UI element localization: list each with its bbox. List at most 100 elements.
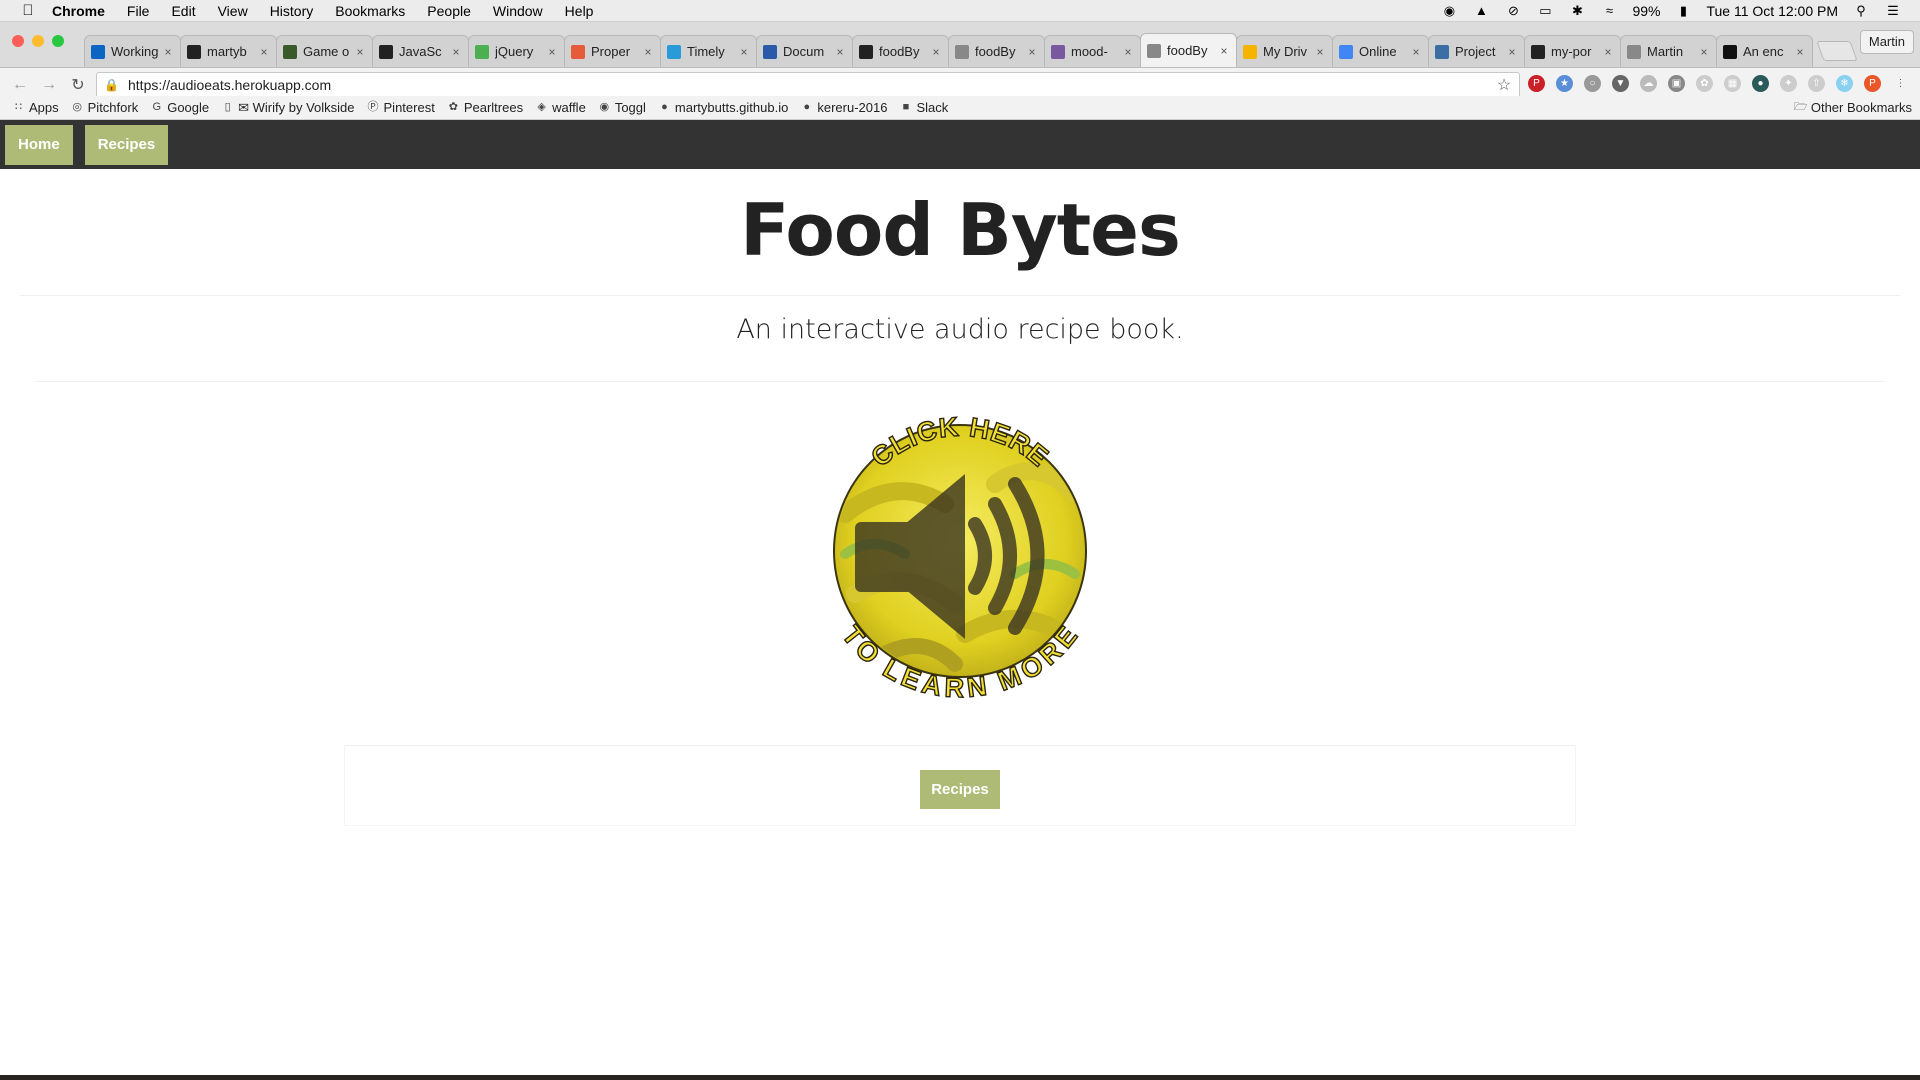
- browser-tab[interactable]: my-por ×: [1524, 35, 1621, 67]
- google-drive-icon[interactable]: ▲: [1472, 3, 1490, 18]
- bookmark-item[interactable]: ● martybutts.github.io: [658, 100, 788, 115]
- airplay-icon[interactable]: ▭: [1536, 3, 1554, 18]
- pocket-icon[interactable]: ▼: [1612, 75, 1629, 92]
- close-tab-icon[interactable]: ×: [162, 45, 174, 59]
- extension-grid-icon[interactable]: ▦: [1724, 75, 1741, 92]
- menu-window[interactable]: Window: [493, 3, 543, 19]
- lock-icon[interactable]: 🔒: [104, 78, 119, 92]
- close-tab-icon[interactable]: ×: [834, 45, 846, 59]
- browser-tab[interactable]: An enc ×: [1716, 35, 1813, 67]
- close-tab-icon[interactable]: ×: [1026, 45, 1038, 59]
- menu-file[interactable]: File: [127, 3, 150, 19]
- close-window-button[interactable]: [12, 35, 24, 47]
- close-tab-icon[interactable]: ×: [642, 45, 654, 59]
- browser-tab[interactable]: Timely ×: [660, 35, 757, 67]
- extension-star-icon[interactable]: ★: [1556, 75, 1573, 92]
- menu-edit[interactable]: Edit: [171, 3, 195, 19]
- creative-cloud-icon[interactable]: ◉: [1440, 3, 1458, 18]
- browser-tab[interactable]: Online ×: [1332, 35, 1429, 67]
- close-tab-icon[interactable]: ×: [258, 45, 270, 59]
- spotlight-search-icon[interactable]: ⚲: [1852, 3, 1870, 18]
- close-tab-icon[interactable]: ×: [1410, 45, 1422, 59]
- browser-tab[interactable]: foodBy ×: [948, 35, 1045, 67]
- extension-sparkle-icon[interactable]: ✦: [1780, 75, 1797, 92]
- extension-square-icon[interactable]: ▣: [1668, 75, 1685, 92]
- new-tab-button[interactable]: [1816, 41, 1858, 61]
- bookmark-label: Pearltrees: [463, 100, 524, 115]
- menu-help[interactable]: Help: [565, 3, 594, 19]
- back-arrow-icon[interactable]: ←: [8, 76, 32, 94]
- close-tab-icon[interactable]: ×: [450, 45, 462, 59]
- notification-center-icon[interactable]: ☰: [1884, 3, 1902, 18]
- recipes-button[interactable]: Recipes: [920, 770, 1000, 809]
- forward-arrow-icon[interactable]: →: [37, 76, 61, 94]
- browser-tab[interactable]: Proper ×: [564, 35, 661, 67]
- menu-view[interactable]: View: [218, 3, 248, 19]
- browser-tab[interactable]: foodBy ×: [852, 35, 949, 67]
- close-tab-icon[interactable]: ×: [546, 45, 558, 59]
- profile-button[interactable]: Martin: [1859, 30, 1914, 54]
- producthunt-icon[interactable]: P: [1864, 75, 1881, 92]
- close-tab-icon[interactable]: ×: [1506, 45, 1518, 59]
- nav-home-link[interactable]: Home: [5, 124, 73, 165]
- url-text[interactable]: https://audioeats.herokuapp.com: [128, 77, 1493, 93]
- browser-tab[interactable]: Working ×: [84, 35, 181, 67]
- extension-circle-icon[interactable]: ○: [1584, 75, 1601, 92]
- sync-icon[interactable]: ⊘: [1504, 3, 1522, 18]
- bookmark-item[interactable]: Ⓟ Pinterest: [367, 100, 435, 115]
- other-bookmarks[interactable]: 🗁 Other Bookmarks: [1794, 100, 1912, 115]
- click-to-learn-badge[interactable]: CLICK HERE TO LEARN MORE: [825, 394, 1095, 704]
- nav-recipes-link[interactable]: Recipes: [84, 124, 169, 165]
- bookmark-star-icon[interactable]: ☆: [1493, 75, 1515, 95]
- browser-tab[interactable]: Martin ×: [1620, 35, 1717, 67]
- menu-dots-icon[interactable]: ⋮: [1892, 75, 1909, 92]
- extension-cloud-icon[interactable]: ☁: [1640, 75, 1657, 92]
- browser-tab[interactable]: Docum ×: [756, 35, 853, 67]
- extension-snow-icon[interactable]: ❄: [1836, 75, 1853, 92]
- close-tab-icon[interactable]: ×: [1218, 44, 1230, 58]
- bookmark-item[interactable]: G Google: [150, 100, 209, 115]
- close-tab-icon[interactable]: ×: [1122, 45, 1134, 59]
- battery-icon[interactable]: ▮: [1674, 3, 1692, 18]
- extension-leaf-icon[interactable]: ✿: [1696, 75, 1713, 92]
- browser-tab[interactable]: Game o ×: [276, 35, 373, 67]
- pinterest-extension-icon[interactable]: P: [1528, 75, 1545, 92]
- browser-tab[interactable]: My Driv ×: [1236, 35, 1333, 67]
- battery-percent[interactable]: 99%: [1632, 3, 1660, 19]
- minimize-window-button[interactable]: [32, 35, 44, 47]
- close-tab-icon[interactable]: ×: [1314, 45, 1326, 59]
- extension-globe-icon[interactable]: ●: [1752, 75, 1769, 92]
- browser-tab[interactable]: Project ×: [1428, 35, 1525, 67]
- bookmark-item[interactable]: ■ Slack: [899, 100, 949, 115]
- bookmark-item[interactable]: ◉ Toggl: [598, 100, 646, 115]
- browser-tab[interactable]: mood- ×: [1044, 35, 1141, 67]
- bookmark-item[interactable]: ▯ ✉ Wirify by Volkside: [221, 100, 355, 116]
- menu-app-chrome[interactable]: Chrome: [52, 3, 105, 19]
- close-tab-icon[interactable]: ×: [930, 45, 942, 59]
- close-tab-icon[interactable]: ×: [354, 45, 366, 59]
- clock[interactable]: Tue 11 Oct 12:00 PM: [1706, 3, 1838, 19]
- apple-icon[interactable]: : [18, 2, 38, 19]
- bookmark-item[interactable]: ✿ Pearltrees: [447, 100, 523, 115]
- menu-people[interactable]: People: [427, 3, 471, 19]
- zoom-window-button[interactable]: [52, 35, 64, 47]
- close-tab-icon[interactable]: ×: [1794, 45, 1806, 59]
- extension-arrow-icon[interactable]: ⇧: [1808, 75, 1825, 92]
- reload-icon[interactable]: ↻: [66, 75, 90, 95]
- browser-tab[interactable]: jQuery ×: [468, 35, 565, 67]
- bookmark-item[interactable]: ◎ Pitchfork: [71, 100, 138, 115]
- wifi-icon[interactable]: ≈: [1600, 3, 1618, 18]
- close-tab-icon[interactable]: ×: [1602, 45, 1614, 59]
- menu-history[interactable]: History: [270, 3, 314, 19]
- menu-bookmarks[interactable]: Bookmarks: [335, 3, 405, 19]
- bookmark-item[interactable]: ● kereru-2016: [800, 100, 888, 115]
- browser-tab[interactable]: JavaSc ×: [372, 35, 469, 67]
- bookmark-item[interactable]: ∷ Apps: [12, 100, 59, 115]
- close-tab-icon[interactable]: ×: [738, 45, 750, 59]
- close-tab-icon[interactable]: ×: [1698, 45, 1710, 59]
- bluetooth-icon[interactable]: ✱: [1568, 3, 1586, 18]
- browser-tab[interactable]: martyb ×: [180, 35, 277, 67]
- address-bar[interactable]: 🔒 https://audioeats.herokuapp.com ☆: [96, 72, 1520, 98]
- browser-tab[interactable]: foodBy ×: [1140, 33, 1237, 67]
- bookmark-item[interactable]: ◈ waffle: [535, 100, 585, 115]
